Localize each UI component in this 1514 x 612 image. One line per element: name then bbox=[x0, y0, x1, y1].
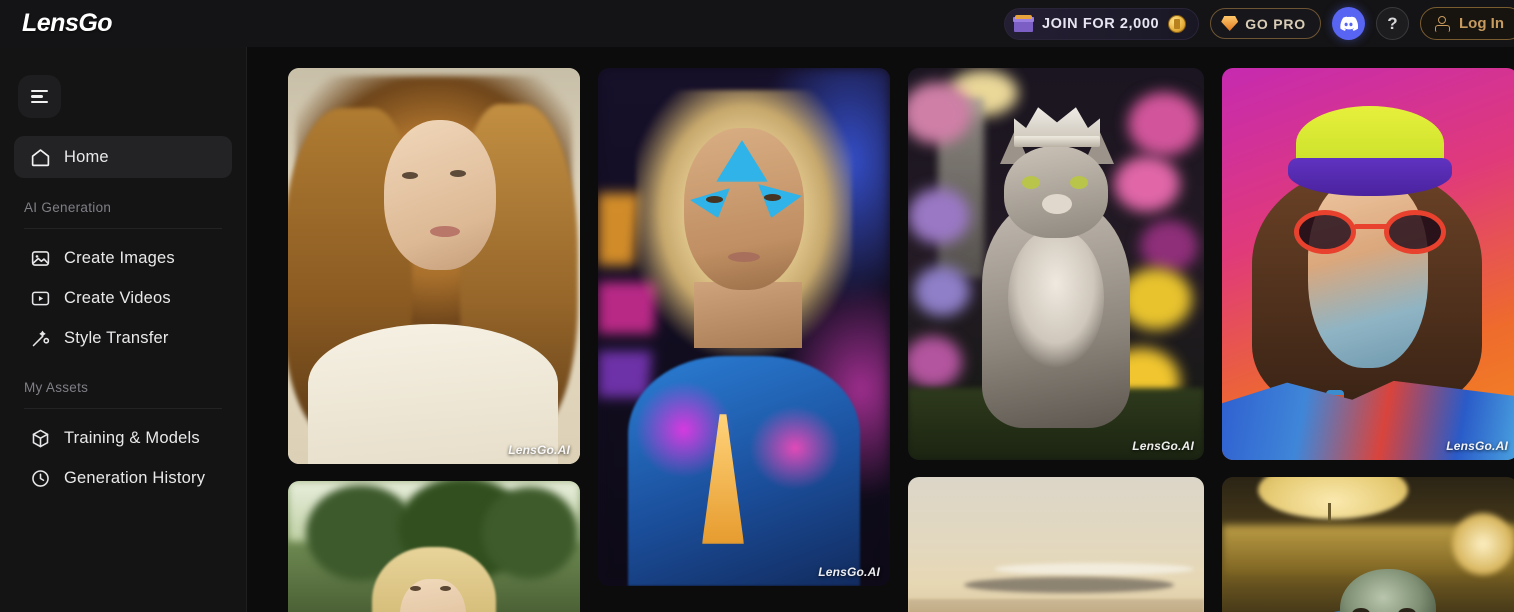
sidebar-item-create-videos-label: Create Videos bbox=[64, 288, 171, 307]
sidebar: Home AI Generation Create Images Create … bbox=[0, 47, 247, 612]
gallery-card[interactable] bbox=[288, 481, 580, 612]
sidebar-section-ai-generation-title: AI Generation bbox=[24, 200, 222, 229]
home-icon bbox=[31, 148, 50, 166]
login-button-label: Log In bbox=[1459, 15, 1504, 32]
person-icon bbox=[1434, 15, 1450, 32]
app-logo[interactable]: LensGo bbox=[22, 9, 113, 38]
watermark: LensGo.AI bbox=[818, 565, 880, 579]
gallery-card[interactable]: LensGo.AI bbox=[1222, 68, 1514, 460]
diamond-icon bbox=[1221, 16, 1239, 31]
hamburger-icon-line bbox=[31, 100, 48, 104]
watermark: LensGo.AI bbox=[508, 443, 570, 457]
login-button[interactable]: Log In bbox=[1420, 7, 1514, 40]
sidebar-item-style-transfer[interactable]: Style Transfer bbox=[14, 318, 232, 358]
sidebar-item-generation-history[interactable]: Generation History bbox=[14, 458, 232, 498]
gallery-card[interactable]: LensGo.AI bbox=[598, 68, 890, 586]
video-icon bbox=[31, 291, 50, 305]
gallery-column: LensGo.AI bbox=[908, 68, 1204, 612]
gallery-content: LensGo.AI LensGo.AI LensGo.AI LensGo.AI bbox=[247, 47, 1514, 612]
watermark: LensGo.AI bbox=[1132, 439, 1194, 453]
sidebar-item-home[interactable]: Home bbox=[14, 136, 232, 178]
hamburger-icon-line bbox=[31, 95, 43, 98]
image-icon bbox=[31, 250, 50, 266]
sidebar-section-my-assets: Training & Models Generation History bbox=[0, 418, 246, 498]
gallery-column: LensGo.AI bbox=[598, 68, 890, 612]
help-button[interactable]: ? bbox=[1376, 7, 1409, 40]
sidebar-item-training-and-models[interactable]: Training & Models bbox=[14, 418, 232, 458]
gallery-card[interactable]: LensGo.AI bbox=[908, 68, 1204, 460]
hamburger-icon-line bbox=[31, 89, 48, 93]
sidebar-toggle-button[interactable] bbox=[18, 75, 61, 118]
clock-icon bbox=[32, 469, 49, 487]
sidebar-item-training-and-models-label: Training & Models bbox=[64, 428, 200, 447]
discord-icon bbox=[1340, 16, 1358, 31]
question-mark-icon: ? bbox=[1387, 14, 1398, 33]
gallery-card[interactable] bbox=[908, 477, 1204, 612]
go-pro-label: GO PRO bbox=[1245, 15, 1306, 32]
cube-icon bbox=[32, 429, 49, 447]
gift-icon bbox=[1012, 15, 1034, 32]
gallery-card[interactable]: LensGo.AI bbox=[288, 68, 580, 464]
sidebar-item-create-images-label: Create Images bbox=[64, 248, 175, 267]
sidebar-item-home-label: Home bbox=[64, 147, 109, 166]
gallery-card[interactable] bbox=[1222, 477, 1514, 612]
top-bar-actions: JOIN FOR 2,000 GO PRO ? Log In bbox=[1003, 0, 1514, 47]
sidebar-item-create-images[interactable]: Create Images bbox=[14, 238, 232, 278]
sidebar-item-generation-history-label: Generation History bbox=[64, 468, 206, 487]
go-pro-button[interactable]: GO PRO bbox=[1210, 8, 1321, 39]
sidebar-item-style-transfer-label: Style Transfer bbox=[64, 328, 169, 347]
watermark: LensGo.AI bbox=[1446, 439, 1508, 453]
gallery-column: LensGo.AI bbox=[1222, 68, 1514, 612]
sidebar-section-ai-generation: Create Images Create Videos Style Transf… bbox=[0, 238, 246, 358]
top-bar: LensGo JOIN FOR 2,000 GO PRO ? Log In bbox=[0, 0, 1514, 47]
coin-icon bbox=[1168, 14, 1187, 33]
sidebar-section-my-assets-title: My Assets bbox=[24, 380, 222, 409]
join-for-credits-button[interactable]: JOIN FOR 2,000 bbox=[1003, 7, 1200, 40]
discord-button[interactable] bbox=[1332, 7, 1365, 40]
magic-wand-icon bbox=[32, 330, 50, 346]
gallery-column: LensGo.AI bbox=[288, 68, 580, 612]
sidebar-item-create-videos[interactable]: Create Videos bbox=[14, 278, 232, 318]
join-button-label: JOIN FOR 2,000 bbox=[1041, 15, 1160, 32]
gallery-grid: LensGo.AI LensGo.AI LensGo.AI LensGo.AI bbox=[288, 68, 1514, 612]
